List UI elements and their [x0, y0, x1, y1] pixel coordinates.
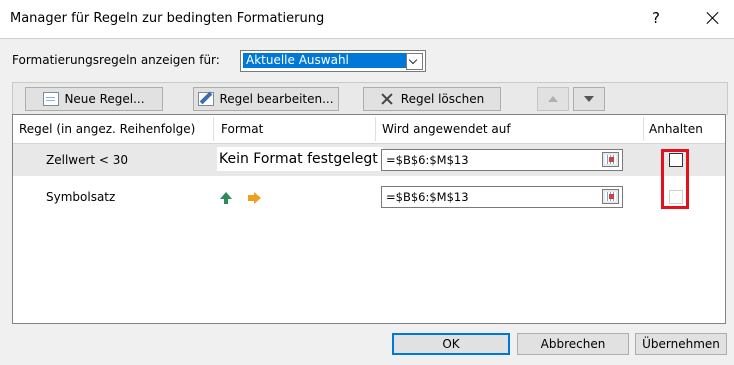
delete-rule-button[interactable]: Regel löschen — [363, 87, 501, 111]
applies-to-input[interactable]: =$B$6:$M$13 — [381, 149, 623, 171]
arrow-down-icon — [584, 96, 594, 102]
cancel-button[interactable]: Abbrechen — [517, 333, 629, 355]
edit-rule-label: Regel bearbeiten... — [219, 92, 334, 106]
range-select-icon[interactable] — [602, 189, 619, 204]
format-preview: Kein Format festgelegt — [217, 147, 383, 171]
show-for-label: Formatierungsregeln anzeigen für: — [12, 53, 220, 67]
new-rule-button[interactable]: Neue Regel... — [25, 87, 163, 111]
header-stop: Anhalten — [649, 122, 703, 136]
applies-to-value: =$B$6:$M$13 — [386, 153, 469, 167]
rule-name: Zellwert < 30 — [46, 153, 129, 167]
arrow-up-icon — [548, 96, 558, 102]
rule-row[interactable]: Zellwert < 30 Kein Format festgelegt =$B… — [13, 144, 725, 176]
column-divider — [375, 117, 376, 141]
arrow-up-green-icon — [220, 192, 232, 204]
rule-row[interactable]: Symbolsatz =$B$6:$M$13 — [13, 181, 725, 213]
column-divider — [643, 117, 644, 141]
chevron-down-icon[interactable] — [406, 53, 423, 70]
move-down-button[interactable] — [573, 87, 605, 111]
delete-rule-label: Regel löschen — [400, 92, 485, 106]
new-rule-icon — [43, 92, 60, 106]
delete-x-icon — [380, 92, 396, 106]
show-for-dropdown[interactable]: Aktuelle Auswahl — [240, 50, 426, 72]
title-bar: Manager für Regeln zur bedingten Formati… — [0, 0, 734, 39]
apply-button[interactable]: Übernehmen — [635, 333, 727, 355]
column-divider — [213, 117, 214, 141]
show-for-selected: Aktuelle Auswahl — [243, 53, 406, 68]
edit-rule-button[interactable]: Regel bearbeiten... — [193, 87, 339, 111]
close-icon[interactable] — [702, 7, 724, 29]
header-format: Format — [221, 122, 264, 136]
header-applies-to: Wird angewendet auf — [382, 122, 511, 136]
applies-to-input[interactable]: =$B$6:$M$13 — [381, 186, 623, 208]
new-rule-label: Neue Regel... — [64, 92, 145, 106]
help-button[interactable]: ? — [652, 9, 660, 27]
rules-grid: Regel (in angez. Reihenfolge) Format Wir… — [12, 114, 726, 324]
header-rule: Regel (in angez. Reihenfolge) — [19, 122, 196, 136]
edit-rule-icon — [198, 92, 215, 106]
ok-label: OK — [442, 337, 460, 351]
range-select-icon[interactable] — [602, 152, 619, 167]
grid-header: Regel (in angez. Reihenfolge) Format Wir… — [13, 115, 725, 144]
arrow-right-yellow-icon — [248, 192, 261, 204]
rule-name: Symbolsatz — [46, 190, 116, 204]
move-up-button[interactable] — [537, 87, 569, 111]
applies-to-value: =$B$6:$M$13 — [386, 190, 469, 204]
rules-toolbar: Neue Regel... Regel bearbeiten... Regel … — [12, 82, 728, 115]
window-title: Manager für Regeln zur bedingten Formati… — [10, 11, 325, 26]
ok-button[interactable]: OK — [392, 333, 510, 355]
highlight-annotation — [661, 149, 689, 209]
apply-label: Übernehmen — [642, 337, 720, 351]
cancel-label: Abbrechen — [540, 337, 606, 351]
